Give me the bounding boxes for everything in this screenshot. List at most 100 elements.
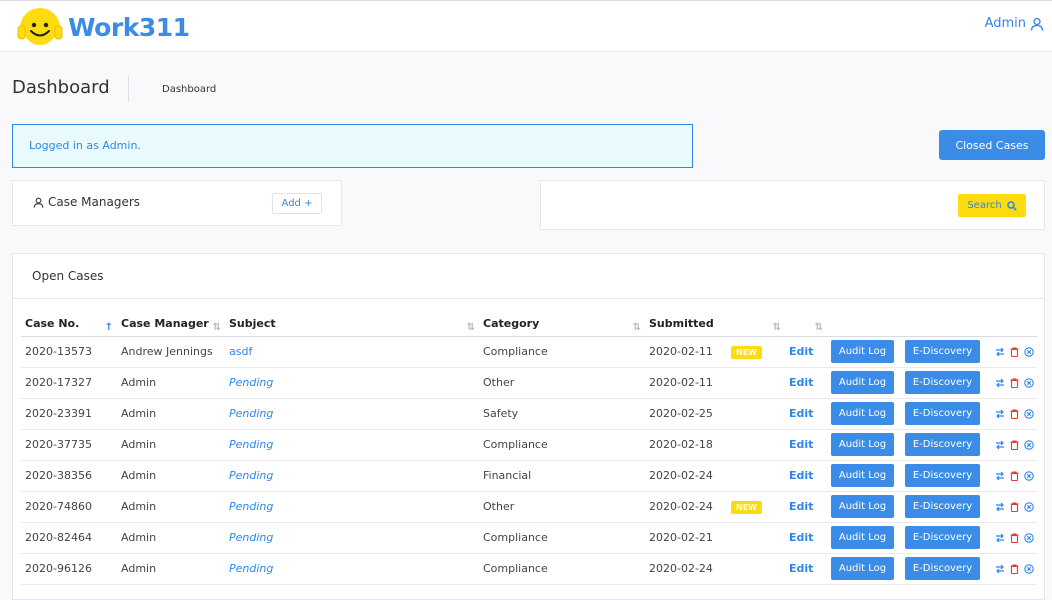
audit-log-button[interactable]: Audit Log bbox=[831, 340, 894, 363]
table-row[interactable]: 2020-17327 Admin Pending Other 2020-02-11 Edi… bbox=[21, 367, 1037, 399]
trash-icon[interactable] bbox=[1010, 470, 1019, 481]
subject-link[interactable]: Pending bbox=[229, 500, 273, 513]
trash-icon[interactable] bbox=[1010, 346, 1019, 357]
breadcrumb[interactable]: Dashboard bbox=[162, 84, 216, 95]
table-row[interactable]: 2020-38356 Admin Pending Financial 2020-02-2… bbox=[21, 460, 1037, 492]
edit-link[interactable]: Edit bbox=[789, 562, 813, 575]
subject-cell: Pending bbox=[225, 429, 479, 461]
status-cell bbox=[727, 460, 785, 492]
transfer-icon[interactable] bbox=[995, 347, 1005, 357]
audit-log-button[interactable]: Audit Log bbox=[831, 557, 894, 580]
audit-log-button[interactable]: Audit Log bbox=[831, 371, 894, 394]
sort-icon[interactable]: ⇅ bbox=[467, 322, 475, 333]
admin-user-menu[interactable]: Admin bbox=[985, 16, 1044, 31]
audit-log-button[interactable]: Audit Log bbox=[831, 402, 894, 425]
close-circle-icon[interactable] bbox=[1024, 408, 1034, 419]
transfer-icon[interactable] bbox=[995, 440, 1005, 450]
edit-link[interactable]: Edit bbox=[789, 376, 813, 389]
column-header-case-manager[interactable]: Case Manager ⇅ bbox=[117, 309, 225, 337]
actions-cell bbox=[991, 491, 1037, 523]
column-header-status[interactable]: ⇅ bbox=[727, 309, 785, 337]
e-discovery-button[interactable]: E-Discovery bbox=[905, 557, 980, 580]
ediscovery-cell: E-Discovery bbox=[901, 491, 991, 523]
column-header-subject[interactable]: Subject ⇅ bbox=[225, 309, 479, 337]
table-row[interactable]: 2020-96126 Admin Pending Compliance 2020-02-… bbox=[21, 553, 1037, 585]
transfer-icon[interactable] bbox=[995, 471, 1005, 481]
edit-link[interactable]: Edit bbox=[789, 531, 813, 544]
trash-icon[interactable] bbox=[1010, 563, 1019, 574]
trash-icon[interactable] bbox=[1010, 377, 1019, 388]
table-row[interactable]: 2020-74860 Admin Pending Other 2020-02-24 NEW… bbox=[21, 491, 1037, 523]
table-row[interactable]: 2020-23391 Admin Pending Safety 2020-02-25 Ed… bbox=[21, 398, 1037, 430]
e-discovery-button[interactable]: E-Discovery bbox=[905, 402, 980, 425]
e-discovery-button[interactable]: E-Discovery bbox=[905, 464, 980, 487]
subject-link[interactable]: Pending bbox=[229, 376, 273, 389]
category-cell: Compliance bbox=[479, 522, 645, 554]
edit-cell: Edit bbox=[785, 522, 827, 554]
edit-link[interactable]: Edit bbox=[789, 469, 813, 482]
trash-icon[interactable] bbox=[1010, 532, 1019, 543]
status-cell bbox=[727, 522, 785, 554]
e-discovery-button[interactable]: E-Discovery bbox=[905, 340, 980, 363]
e-discovery-button[interactable]: E-Discovery bbox=[905, 526, 980, 549]
edit-link[interactable]: Edit bbox=[789, 438, 813, 451]
sort-icon[interactable]: ⇅ bbox=[633, 322, 641, 333]
transfer-icon[interactable] bbox=[995, 502, 1005, 512]
column-header-case-no[interactable]: Case No. ↑ bbox=[21, 309, 117, 337]
subject-link[interactable]: Pending bbox=[229, 438, 273, 451]
actions-cell bbox=[991, 460, 1037, 492]
add-case-manager-button[interactable]: Add + bbox=[272, 193, 322, 214]
subject-link[interactable]: Pending bbox=[229, 407, 273, 420]
close-circle-icon[interactable] bbox=[1024, 501, 1034, 512]
subject-link[interactable]: Pending bbox=[229, 531, 273, 544]
close-circle-icon[interactable] bbox=[1024, 563, 1034, 574]
status-cell bbox=[727, 367, 785, 399]
close-circle-icon[interactable] bbox=[1024, 470, 1034, 481]
table-row[interactable]: 2020-82464 Admin Pending Compliance 2020-02-… bbox=[21, 522, 1037, 554]
close-circle-icon[interactable] bbox=[1024, 377, 1034, 388]
edit-link[interactable]: Edit bbox=[789, 500, 813, 513]
column-header-edit[interactable]: ⇅ bbox=[785, 309, 827, 337]
edit-cell: Edit bbox=[785, 429, 827, 461]
edit-link[interactable]: Edit bbox=[789, 407, 813, 420]
top-navbar: Work311 Admin bbox=[0, 0, 1052, 52]
sort-icon[interactable]: ⇅ bbox=[773, 322, 781, 333]
transfer-icon[interactable] bbox=[995, 533, 1005, 543]
sort-icon[interactable]: ⇅ bbox=[213, 322, 221, 333]
audit-log-button[interactable]: Audit Log bbox=[831, 433, 894, 456]
sort-asc-icon[interactable]: ↑ bbox=[105, 322, 113, 333]
column-header-category[interactable]: Category ⇅ bbox=[479, 309, 645, 337]
transfer-icon[interactable] bbox=[995, 564, 1005, 574]
subject-link[interactable]: Pending bbox=[229, 469, 273, 482]
subject-link[interactable]: asdf bbox=[229, 345, 252, 358]
trash-icon[interactable] bbox=[1010, 501, 1019, 512]
close-circle-icon[interactable] bbox=[1024, 532, 1034, 543]
audit-log-button[interactable]: Audit Log bbox=[831, 526, 894, 549]
logo[interactable]: Work311 bbox=[16, 6, 190, 48]
logo-text: Work311 bbox=[68, 12, 190, 42]
sort-icon[interactable]: ⇅ bbox=[815, 322, 823, 333]
case-no-cell: 2020-74860 bbox=[21, 491, 117, 523]
search-button[interactable]: Search bbox=[958, 194, 1026, 217]
close-circle-icon[interactable] bbox=[1024, 439, 1034, 450]
transfer-icon[interactable] bbox=[995, 378, 1005, 388]
e-discovery-button[interactable]: E-Discovery bbox=[905, 495, 980, 518]
edit-link[interactable]: Edit bbox=[789, 345, 813, 358]
closed-cases-button[interactable]: Closed Cases bbox=[939, 130, 1045, 160]
table-row[interactable]: 2020-13573 Andrew Jennings asdf Compliance 2… bbox=[21, 336, 1037, 368]
subject-link[interactable]: Pending bbox=[229, 562, 273, 575]
table-header-row: Case No. ↑ Case Manager ⇅ Subject ⇅ Categor… bbox=[21, 309, 1037, 337]
transfer-icon[interactable] bbox=[995, 409, 1005, 419]
search-icon bbox=[1006, 200, 1017, 211]
audit-log-button[interactable]: Audit Log bbox=[831, 464, 894, 487]
trash-icon[interactable] bbox=[1010, 408, 1019, 419]
trash-icon[interactable] bbox=[1010, 439, 1019, 450]
case-managers-title: Case Managers bbox=[48, 195, 141, 209]
audit-log-button[interactable]: Audit Log bbox=[831, 495, 894, 518]
subject-cell: asdf bbox=[225, 336, 479, 368]
e-discovery-button[interactable]: E-Discovery bbox=[905, 433, 980, 456]
column-header-submitted[interactable]: Submitted bbox=[645, 309, 727, 337]
table-row[interactable]: 2020-37735 Admin Pending Compliance 2020-02-… bbox=[21, 429, 1037, 461]
close-circle-icon[interactable] bbox=[1024, 346, 1034, 357]
e-discovery-button[interactable]: E-Discovery bbox=[905, 371, 980, 394]
